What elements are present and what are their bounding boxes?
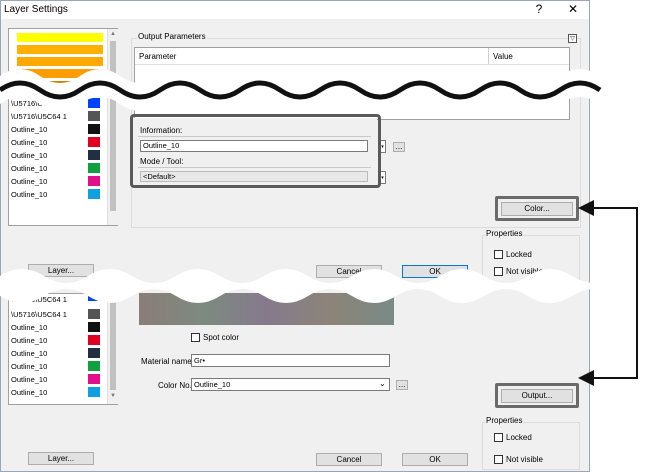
connector-arrow (578, 200, 638, 378)
break-band-bottom (0, 269, 616, 303)
break-band-top (0, 69, 600, 111)
annotation-overlay (0, 69, 638, 386)
connector-arrow (578, 210, 638, 386)
